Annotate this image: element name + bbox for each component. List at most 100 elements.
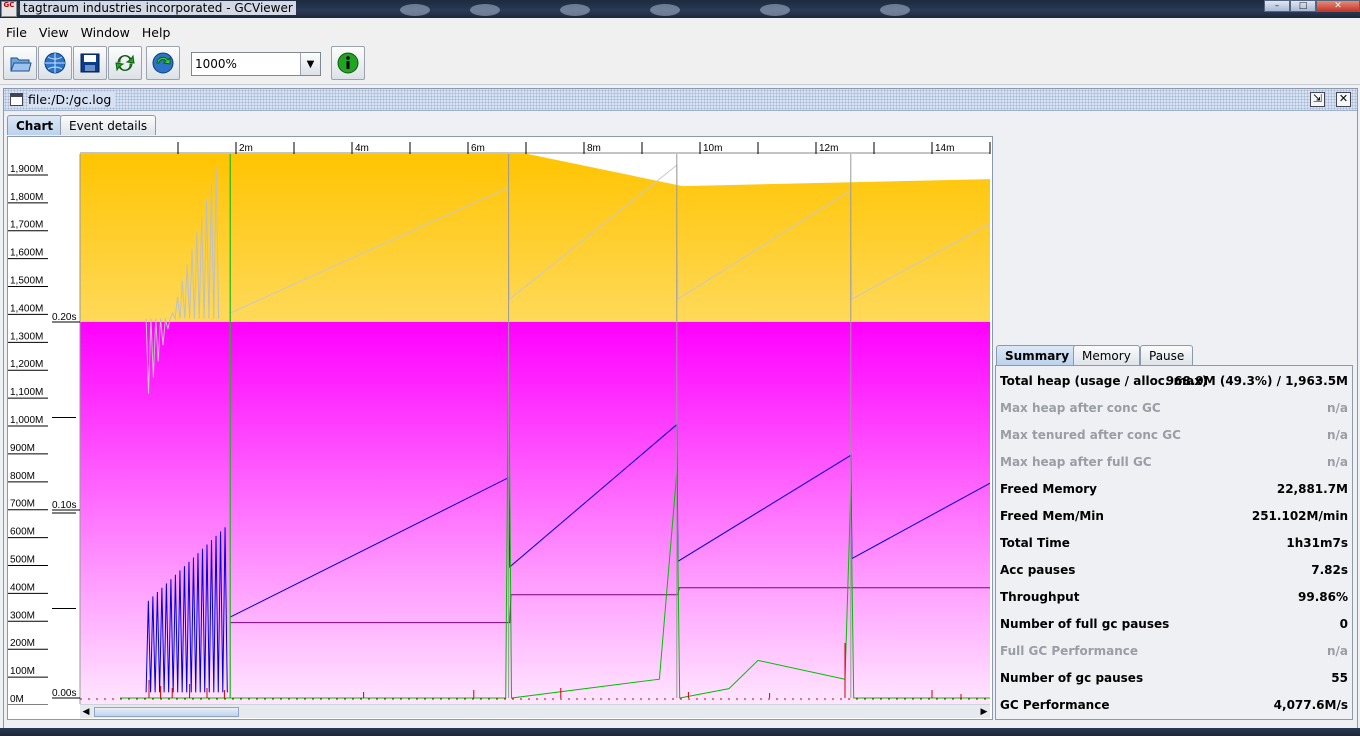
x-axis-background bbox=[80, 137, 990, 154]
summary-label: Number of full gc pauses bbox=[1000, 617, 1170, 631]
window-title-bar: GC tagtraum industries incorporated - GC… bbox=[0, 0, 1360, 18]
y-memory-tick-label: 600M bbox=[10, 527, 35, 538]
tab-summary[interactable]: Summary bbox=[996, 345, 1079, 365]
summary-value: 4,077.6M/s bbox=[1273, 698, 1348, 712]
scrollbar-thumb[interactable] bbox=[94, 707, 239, 717]
tenured-generation-area bbox=[80, 322, 990, 704]
summary-label: Freed Memory bbox=[1000, 482, 1097, 496]
summary-row: Max tenured after conc GC n/a bbox=[996, 420, 1352, 447]
summary-row: GC Performance 4,077.6M/s bbox=[996, 690, 1352, 717]
x-tick-label: 6m bbox=[471, 143, 485, 154]
watch-button[interactable] bbox=[146, 46, 180, 80]
tab-chart[interactable]: Chart bbox=[7, 115, 63, 135]
tab-memory[interactable]: Memory bbox=[1073, 345, 1140, 365]
y-memory-tick-label: 800M bbox=[10, 471, 35, 482]
chart-panel: 2m 4m 6m 8m 10m 12m 14m 1,900M 1,800M 1,700M 1,600… bbox=[7, 136, 993, 720]
zoom-combobox[interactable]: 1000% ▼ bbox=[191, 52, 321, 76]
summary-value: n/a bbox=[1326, 644, 1348, 658]
document-title-bar: file:/D:/gc.log ⇲ ✕ bbox=[4, 89, 1357, 111]
y-memory-tick-label: 1,000M bbox=[10, 415, 43, 426]
summary-row: Total Time 1h31m7s bbox=[996, 528, 1352, 555]
y-memory-tick-label: 100M bbox=[10, 666, 35, 677]
summary-label: Throughput bbox=[1000, 590, 1080, 604]
menu-help[interactable]: Help bbox=[136, 21, 177, 43]
summary-label: Acc pauses bbox=[1000, 563, 1076, 577]
app-icon: GC bbox=[1, 1, 17, 17]
menu-window[interactable]: Window bbox=[75, 21, 136, 43]
summary-row: Freed Memory 22,881.7M bbox=[996, 474, 1352, 501]
summary-label: Total Time bbox=[1000, 536, 1070, 550]
info-button[interactable] bbox=[331, 46, 365, 80]
scroll-right-icon[interactable]: ▶ bbox=[978, 705, 990, 719]
summary-value: n/a bbox=[1326, 401, 1348, 415]
y-memory-tick-label: 1,900M bbox=[10, 164, 43, 175]
summary-label: Full GC Performance bbox=[1000, 644, 1139, 658]
refresh-icon bbox=[115, 54, 135, 72]
summary-row: Freed Mem/Min 251.102M/min bbox=[996, 501, 1352, 528]
open-url-button[interactable] bbox=[38, 46, 72, 80]
chart-horizontal-scrollbar[interactable]: ◀ ▶ bbox=[80, 704, 990, 718]
summary-label: Freed Mem/Min bbox=[1000, 509, 1104, 523]
y-memory-tick-label: 900M bbox=[10, 443, 35, 454]
y-pause-tick-label: 0.20s bbox=[52, 312, 76, 323]
summary-row: Total heap (usage / alloc. max) 968.9M (4… bbox=[996, 366, 1352, 393]
x-tick-label: 8m bbox=[587, 143, 601, 154]
summary-label: Number of gc pauses bbox=[1000, 671, 1144, 685]
summary-row: Max heap after conc GC n/a bbox=[996, 393, 1352, 420]
y-memory-tick-label: 700M bbox=[10, 499, 35, 510]
minimize-button[interactable]: – bbox=[1264, 0, 1290, 12]
taskbar bbox=[0, 728, 1360, 736]
watch-icon bbox=[152, 52, 174, 74]
y-memory-tick-label: 200M bbox=[10, 638, 35, 649]
y-memory-tick-label: 1,300M bbox=[10, 331, 43, 342]
summary-value: 55 bbox=[1331, 671, 1348, 685]
restore-icon[interactable]: ⇲ bbox=[1310, 92, 1325, 107]
x-tick-label: 14m bbox=[935, 143, 954, 154]
summary-row: Full GC Performance n/a bbox=[996, 636, 1352, 663]
summary-row: Throughput 99.86% bbox=[996, 582, 1352, 609]
chevron-down-icon[interactable]: ▼ bbox=[300, 53, 320, 75]
summary-value: 251.102M/min bbox=[1251, 509, 1348, 523]
summary-value: 22,881.7M bbox=[1276, 482, 1348, 496]
x-tick-label: 4m bbox=[355, 143, 369, 154]
tab-event-details[interactable]: Event details bbox=[60, 115, 157, 135]
y-memory-tick-label: 1,700M bbox=[10, 220, 43, 231]
y-memory-tick-label: 300M bbox=[10, 610, 35, 621]
window-title: tagtraum industries incorporated - GCVie… bbox=[20, 1, 296, 15]
document-close-icon[interactable]: ✕ bbox=[1336, 92, 1351, 107]
y-memory-tick-label: 1,100M bbox=[10, 387, 43, 398]
open-file-icon bbox=[10, 57, 32, 72]
open-url-icon bbox=[44, 52, 66, 74]
y-memory-tick-label: 1,200M bbox=[10, 359, 43, 370]
zoom-value: 1000% bbox=[195, 57, 237, 71]
gc-chart: 2m 4m 6m 8m 10m 12m 14m 1,900M 1,800M 1,700M 1,600… bbox=[8, 137, 991, 705]
summary-label: Max heap after full GC bbox=[1000, 455, 1152, 469]
y-memory-tick-label: 1,600M bbox=[10, 248, 43, 259]
summary-row: Number of gc pauses 55 bbox=[996, 663, 1352, 690]
scroll-left-icon[interactable]: ◀ bbox=[80, 705, 92, 719]
export-icon bbox=[80, 53, 100, 73]
x-tick-label: 10m bbox=[703, 143, 722, 154]
y-memory-tick-label: 1,400M bbox=[10, 303, 43, 314]
info-icon bbox=[337, 52, 359, 74]
summary-label: Max heap after conc GC bbox=[1000, 401, 1161, 415]
menu-view[interactable]: View bbox=[33, 21, 75, 43]
summary-value: 99.86% bbox=[1298, 590, 1348, 604]
x-tick-label: 12m bbox=[819, 143, 838, 154]
document-title: file:/D:/gc.log bbox=[28, 92, 116, 107]
close-button[interactable]: ✕ bbox=[1316, 0, 1360, 12]
tab-pause[interactable]: Pause bbox=[1140, 345, 1194, 365]
export-button[interactable] bbox=[73, 46, 107, 80]
menu-file[interactable]: File bbox=[0, 21, 33, 43]
y-memory-tick-label: 400M bbox=[10, 582, 35, 593]
maximize-button[interactable]: □ bbox=[1290, 0, 1316, 12]
summary-row: Number of full gc pauses 0 bbox=[996, 609, 1352, 636]
summary-value: 0 bbox=[1339, 617, 1348, 631]
summary-value: n/a bbox=[1326, 455, 1348, 469]
open-file-button[interactable] bbox=[3, 46, 37, 80]
menu-bar: File View Window Help bbox=[0, 21, 1360, 43]
y-memory-tick-label: 1,800M bbox=[10, 192, 43, 203]
x-tick-label: 2m bbox=[239, 143, 253, 154]
refresh-button[interactable] bbox=[108, 46, 142, 80]
y-memory-tick-label: 500M bbox=[10, 555, 35, 566]
